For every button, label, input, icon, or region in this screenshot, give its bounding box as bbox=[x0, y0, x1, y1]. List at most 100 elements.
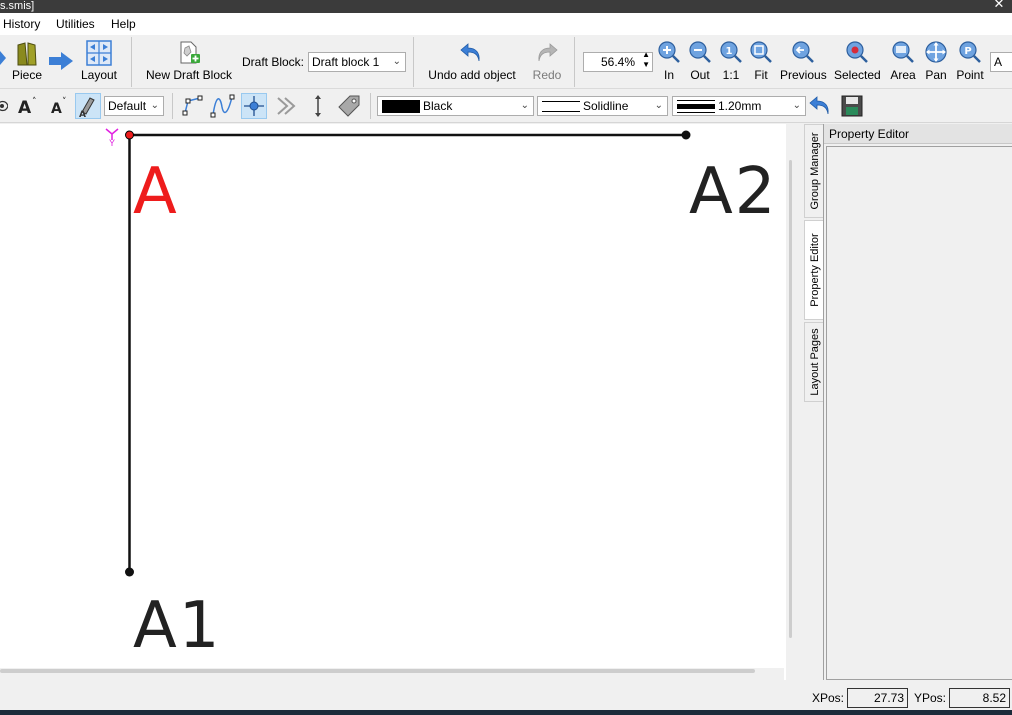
font-size-up-icon: A ˄ bbox=[18, 97, 37, 118]
tag-tool-button[interactable] bbox=[336, 93, 362, 119]
zoom-value: 56.4% bbox=[600, 55, 635, 69]
undo-button[interactable]: Undo add object bbox=[420, 39, 524, 85]
text-style-select[interactable]: Default ⌄ bbox=[104, 96, 164, 116]
property-editor-body bbox=[826, 146, 1012, 680]
undo-label: Undo add object bbox=[428, 68, 516, 82]
menu-utilities[interactable]: Utilities bbox=[56, 17, 95, 31]
menu-history[interactable]: History bbox=[3, 17, 40, 31]
undo-icon bbox=[460, 43, 480, 62]
pan-label: Pan bbox=[925, 68, 947, 82]
drawing-canvas[interactable]: Y A A2 A1 bbox=[0, 124, 796, 680]
zoom-previous-button[interactable]: Previous bbox=[780, 39, 827, 85]
zoom-area-button[interactable]: Area bbox=[888, 39, 918, 85]
layout-button[interactable]: Layout bbox=[76, 39, 122, 85]
zoom-out-button[interactable]: Out bbox=[686, 39, 714, 85]
point-button[interactable]: P Point bbox=[955, 39, 985, 85]
arrow-tool-button[interactable] bbox=[274, 93, 300, 119]
point-tool-button[interactable] bbox=[241, 93, 267, 119]
line-color-select[interactable]: Black ⌄ bbox=[377, 96, 534, 116]
point-name-select[interactable]: A bbox=[990, 52, 1012, 72]
line-weight-select[interactable]: 1.20mm ⌄ bbox=[672, 96, 806, 116]
svg-text:˅: ˅ bbox=[62, 97, 67, 107]
line-tool-button[interactable] bbox=[180, 93, 206, 119]
zoom-fit-button[interactable]: Fit bbox=[748, 39, 774, 85]
redo-button[interactable]: Redo bbox=[528, 39, 566, 85]
draft-block-label: Draft Block: bbox=[242, 55, 305, 69]
zoom-1to1-button[interactable]: 1 1:1 bbox=[718, 39, 744, 85]
menu-bar: History Utilities Help bbox=[0, 13, 1012, 35]
increase-font-button[interactable]: A ˄ bbox=[14, 94, 40, 118]
zoom-spinbox[interactable]: 56.4% ▲ ▼ bbox=[583, 50, 653, 72]
draft-block-select[interactable]: Draft block 1 ⌄ bbox=[308, 52, 406, 72]
zoom-selected-button[interactable]: Selected bbox=[834, 39, 881, 85]
eye-icon[interactable] bbox=[0, 98, 8, 114]
text-style-value: Default bbox=[108, 99, 147, 113]
main-toolbar: Piece Layout New Draft Block Draft Block… bbox=[0, 35, 1012, 89]
point-label-a1[interactable]: A1 bbox=[133, 594, 222, 658]
save-style-button[interactable] bbox=[840, 94, 864, 118]
piece-button[interactable]: Piece bbox=[8, 39, 46, 85]
point-a-marker[interactable] bbox=[125, 130, 134, 140]
point-label-a[interactable]: A bbox=[133, 160, 179, 224]
zoom-fit-label: Fit bbox=[754, 68, 768, 82]
zoom-actual-size-icon: 1 bbox=[720, 41, 742, 63]
svg-text:P: P bbox=[964, 46, 971, 57]
spin-down-icon[interactable]: ▼ bbox=[642, 60, 650, 70]
chevron-down-icon: ⌄ bbox=[392, 56, 401, 67]
zoom-in-button[interactable]: In bbox=[656, 39, 682, 85]
toolbar-separator bbox=[574, 37, 575, 87]
zoom-out-label: Out bbox=[690, 68, 710, 82]
undo-arrow-icon bbox=[809, 96, 829, 115]
toolbar-separator bbox=[370, 93, 371, 119]
measure-tool-button[interactable] bbox=[305, 93, 331, 119]
color-swatch bbox=[382, 100, 420, 113]
zoom-out-icon bbox=[689, 41, 711, 63]
piece-icon bbox=[17, 42, 37, 66]
toolbar-separator bbox=[413, 37, 414, 87]
label-pen-icon: A bbox=[79, 97, 95, 120]
new-draft-block-icon bbox=[180, 41, 200, 64]
curve-icon bbox=[210, 94, 235, 118]
arrow-right-icon[interactable] bbox=[49, 52, 73, 70]
property-editor-panel: Property Editor bbox=[823, 124, 1012, 680]
crosshair-point-icon bbox=[244, 96, 264, 116]
vertical-scrollbar-thumb[interactable] bbox=[789, 160, 792, 638]
line-type-select[interactable]: Solidline ⌄ bbox=[537, 96, 668, 116]
point-a1-marker[interactable] bbox=[125, 567, 134, 577]
new-draft-block-button[interactable]: New Draft Block bbox=[141, 39, 237, 85]
zoom-1to1-label: 1:1 bbox=[722, 68, 740, 82]
reset-style-button[interactable] bbox=[808, 94, 832, 118]
toolbar-separator bbox=[131, 37, 132, 87]
line-type-swatch bbox=[542, 101, 580, 112]
vertical-measure-icon bbox=[315, 95, 321, 117]
svg-text:A: A bbox=[18, 98, 32, 118]
menu-help[interactable]: Help bbox=[111, 17, 136, 31]
close-icon[interactable]: ✕ bbox=[986, 0, 1012, 10]
chevron-down-icon: ⌄ bbox=[654, 100, 663, 111]
horizontal-scrollbar-thumb[interactable] bbox=[0, 669, 755, 673]
redo-icon bbox=[538, 43, 558, 62]
label-style-button[interactable]: A bbox=[75, 93, 101, 120]
zoom-in-icon bbox=[658, 41, 680, 63]
draw-toolbar: A ˄ A ˅ A Default ⌄ Black ⌄ Solidline ⌄ … bbox=[0, 89, 1012, 123]
save-icon bbox=[841, 95, 863, 117]
pan-button[interactable]: Pan bbox=[922, 39, 950, 85]
tag-icon bbox=[338, 95, 360, 117]
line-color-value: Black bbox=[423, 99, 453, 113]
zoom-previous-label: Previous bbox=[780, 68, 827, 82]
svg-text:A: A bbox=[79, 110, 86, 118]
piece-label: Piece bbox=[11, 68, 43, 82]
point-a2-marker[interactable] bbox=[681, 130, 691, 140]
curve-tool-button[interactable] bbox=[210, 93, 236, 119]
xpos-label: XPos: bbox=[812, 691, 845, 705]
spin-up-icon[interactable]: ▲ bbox=[642, 50, 650, 60]
draft-block-value: Draft block 1 bbox=[312, 55, 380, 69]
ypos-label: YPos: bbox=[914, 691, 947, 705]
point-name-value: A bbox=[994, 55, 1003, 69]
zoom-area-icon bbox=[892, 41, 914, 63]
chevrons-right-icon bbox=[277, 97, 296, 115]
arrow-right-icon[interactable] bbox=[0, 51, 6, 65]
zoom-fit-icon bbox=[750, 41, 772, 63]
point-label-a2[interactable]: A2 bbox=[689, 160, 778, 224]
decrease-font-button[interactable]: A ˅ bbox=[46, 94, 72, 118]
